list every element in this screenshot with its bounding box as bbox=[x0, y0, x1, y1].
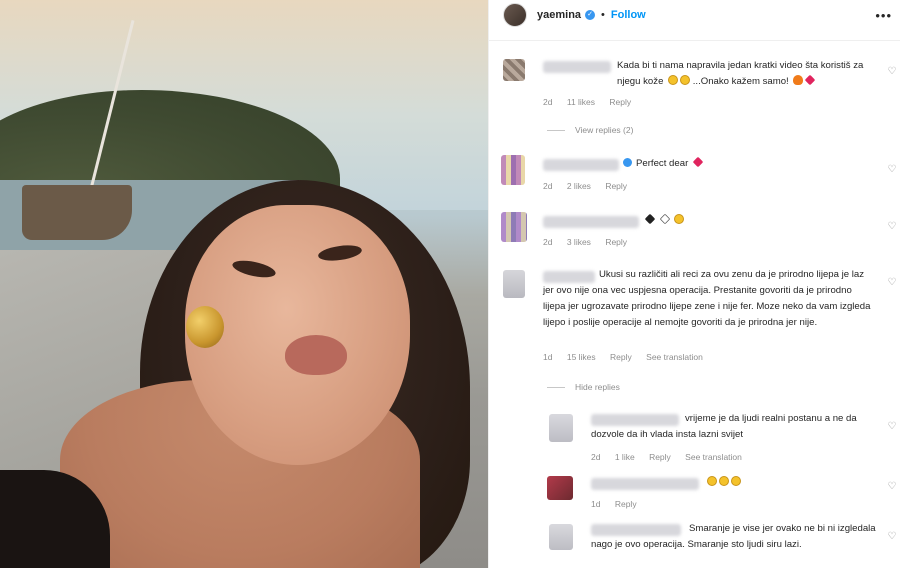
reply-text: Smaranje je vise jer ovako ne bi ni izgl… bbox=[591, 523, 876, 550]
heart-outline-icon[interactable]: ♡ bbox=[887, 165, 897, 175]
heart-outline-icon[interactable]: ♡ bbox=[887, 67, 897, 77]
comment-time: 2d bbox=[543, 181, 553, 191]
emoji-icon bbox=[674, 214, 685, 224]
comment-text bbox=[643, 213, 723, 229]
reply-likes[interactable]: 1 like bbox=[615, 452, 635, 462]
avatar[interactable] bbox=[547, 476, 573, 500]
blurred-username bbox=[543, 216, 639, 228]
black-heart-emoji-icon bbox=[644, 213, 656, 225]
comment-time: 1d bbox=[543, 352, 553, 362]
reply-button[interactable]: Reply bbox=[605, 181, 627, 191]
white-heart-emoji-icon bbox=[659, 213, 670, 225]
reply-text bbox=[705, 475, 765, 491]
comments-panel: yaemina ✓ • Follow ••• Kada bi ti nama n… bbox=[488, 0, 900, 568]
comment-meta: 1d 15 likes Reply See translation bbox=[543, 352, 715, 362]
reply-time: 1d bbox=[591, 499, 601, 509]
reply-button[interactable]: Reply bbox=[605, 237, 627, 247]
avatar[interactable] bbox=[503, 3, 527, 27]
emoji-icon bbox=[668, 75, 679, 85]
see-translation-link[interactable]: See translation bbox=[685, 452, 742, 462]
emoji-icon bbox=[707, 476, 717, 486]
reply-button[interactable]: Reply bbox=[609, 97, 631, 107]
separator-dot: • bbox=[601, 9, 605, 21]
avatar[interactable] bbox=[549, 524, 573, 550]
photo-lips bbox=[285, 335, 347, 375]
comment-likes[interactable]: 15 likes bbox=[567, 352, 596, 362]
view-replies-button[interactable]: View replies (2) bbox=[547, 125, 633, 135]
heart-outline-icon[interactable]: ♡ bbox=[887, 278, 897, 288]
post-photo bbox=[0, 0, 488, 568]
verified-badge-icon bbox=[623, 158, 632, 167]
reply-text: vrijeme je da ljudi realni postanu a ne … bbox=[591, 413, 857, 440]
photo-boat bbox=[22, 185, 132, 240]
emoji-icon bbox=[731, 476, 741, 486]
comment-time: 2d bbox=[543, 97, 553, 107]
verified-badge-icon: ✓ bbox=[585, 10, 596, 20]
comment-text: Kada bi ti nama napravila jedan kratki v… bbox=[617, 60, 864, 87]
reply-meta: 1d Reply bbox=[591, 499, 649, 509]
avatar[interactable] bbox=[503, 59, 525, 81]
comment-time: 2d bbox=[543, 237, 553, 247]
avatar[interactable] bbox=[549, 414, 573, 442]
more-options-icon[interactable]: ••• bbox=[875, 8, 892, 23]
red-heart-emoji-icon bbox=[692, 156, 704, 168]
reply-meta: 2d 1 like Reply See translation bbox=[591, 452, 754, 462]
blurred-username bbox=[543, 159, 619, 171]
heart-outline-icon[interactable]: ♡ bbox=[887, 532, 897, 542]
comment-likes[interactable]: 3 likes bbox=[567, 237, 591, 247]
see-translation-link[interactable]: See translation bbox=[646, 352, 703, 362]
reply-button[interactable]: Reply bbox=[615, 499, 637, 509]
heart-outline-icon[interactable]: ♡ bbox=[887, 222, 897, 232]
comment-text: Perfect dear bbox=[623, 156, 823, 172]
comment-meta: 2d 3 likes Reply bbox=[543, 237, 639, 247]
avatar[interactable] bbox=[503, 270, 525, 298]
reply-button[interactable]: Reply bbox=[649, 452, 671, 462]
hide-replies-button[interactable]: Hide replies bbox=[547, 382, 620, 392]
heart-outline-icon[interactable]: ♡ bbox=[887, 422, 897, 432]
emoji-icon bbox=[680, 75, 691, 85]
emoji-icon bbox=[719, 476, 729, 486]
photo-earring bbox=[186, 306, 224, 348]
header-divider bbox=[489, 40, 900, 41]
fire-emoji-icon bbox=[793, 75, 804, 85]
comment-likes[interactable]: 2 likes bbox=[567, 181, 591, 191]
heart-outline-icon[interactable]: ♡ bbox=[887, 482, 897, 492]
comment-likes[interactable]: 11 likes bbox=[567, 97, 595, 107]
blurred-username bbox=[543, 61, 611, 73]
post-header: yaemina ✓ • Follow bbox=[489, 0, 900, 30]
username[interactable]: yaemina bbox=[537, 9, 581, 21]
avatar[interactable] bbox=[501, 212, 527, 242]
follow-button[interactable]: Follow bbox=[611, 9, 646, 21]
comment-text: Ukusi su različiti ali reci za ovu zenu … bbox=[543, 269, 871, 328]
red-heart-emoji-icon bbox=[805, 74, 816, 86]
reply-time: 2d bbox=[591, 452, 601, 462]
reply-button[interactable]: Reply bbox=[610, 352, 632, 362]
comment-meta: 2d 11 likes Reply bbox=[543, 97, 643, 107]
blurred-username bbox=[591, 478, 699, 490]
avatar[interactable] bbox=[501, 155, 525, 185]
comment-meta: 2d 2 likes Reply bbox=[543, 181, 639, 191]
